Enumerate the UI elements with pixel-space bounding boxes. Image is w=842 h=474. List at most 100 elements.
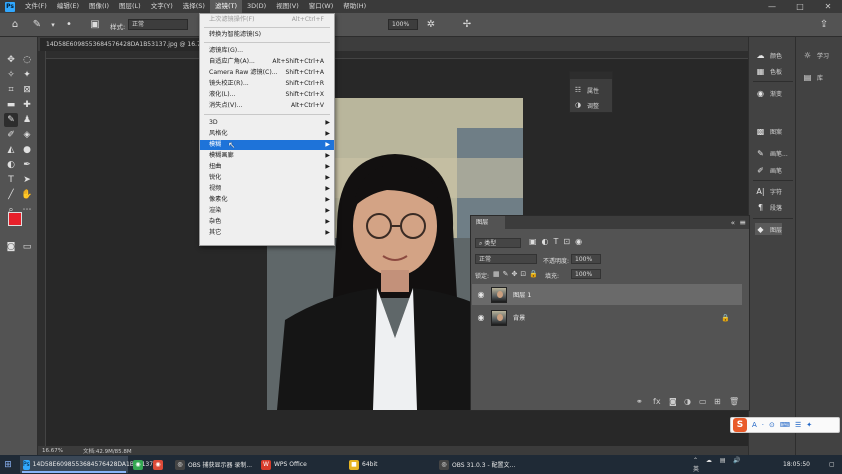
close-button[interactable]: ✕ [814, 0, 842, 13]
adjustments-tab[interactable]: ◑ 调整 [573, 99, 599, 111]
eye-icon[interactable]: ◉ [474, 290, 488, 299]
fill-field[interactable]: 100% [571, 269, 601, 279]
trash-icon[interactable]: 🗑 [729, 397, 739, 406]
filter-noise[interactable]: 杂色 ▶ [200, 217, 334, 227]
eye-icon[interactable]: ◉ [474, 313, 488, 322]
layer-row-background[interactable]: ◉ 背景 🔒 [472, 307, 742, 328]
lasso-tool-icon[interactable]: ◌ [20, 53, 34, 67]
filter-blur[interactable]: 模糊 ▶ [200, 140, 334, 150]
dock-libraries[interactable]: ▤ 库 [802, 71, 823, 83]
zoom-level[interactable]: 16.67% [42, 448, 63, 454]
dock-brushes[interactable]: ✐ 画笔 [755, 164, 782, 176]
taskbar-obs-capture[interactable]: ◎ OBS 捕获显示器 录制... [172, 456, 254, 473]
dock-gradients[interactable]: ◉ 渐变 [755, 87, 782, 99]
ime-punct-button[interactable]: · [762, 421, 764, 429]
minimize-button[interactable]: — [758, 0, 786, 13]
stamp-tool-icon[interactable]: ♟ [20, 113, 34, 127]
menu-3d[interactable]: 3D(D) [242, 0, 271, 13]
menu-window[interactable]: 窗口(W) [304, 0, 339, 13]
taskbar-photoshop[interactable]: Ps 14D58E6098553684576428DA1B53137... [20, 456, 159, 473]
ime-menu-button[interactable]: ☰ [795, 421, 801, 429]
quick-mask-icon[interactable]: ◙ [4, 240, 18, 254]
share-icon[interactable]: ⇪ [817, 18, 831, 32]
layer-name[interactable]: 图层 1 [513, 290, 531, 299]
dock-paragraph[interactable]: ¶ 段落 [755, 201, 782, 213]
move-tool-icon[interactable]: ✥ [4, 53, 18, 67]
dodge-tool-icon[interactable]: ◐ [4, 158, 18, 172]
adjustment-layer-icon[interactable]: ◑ [684, 397, 691, 406]
menu-select[interactable]: 选择(S) [178, 0, 210, 13]
layer-filter-icons[interactable]: ▣◐T⊡◉ [529, 237, 587, 246]
panel-header[interactable] [570, 72, 612, 79]
filter-blur-gallery[interactable]: 模糊画廊 ▶ [200, 151, 334, 161]
taskbar-chrome[interactable]: ◉ [150, 456, 168, 473]
menu-edit[interactable]: 编辑(E) [52, 0, 84, 13]
eraser-icon[interactable]: ◈ [20, 128, 34, 142]
ime-emoji-button[interactable]: ⊙ [769, 421, 775, 429]
ime-skin-button[interactable]: ✦ [806, 421, 812, 429]
history-brush-icon[interactable]: ✐ [4, 128, 18, 142]
opacity-field[interactable]: 100% [571, 254, 601, 264]
dock-brush-settings[interactable]: ✎ 画笔... [755, 147, 788, 159]
gear-icon[interactable]: ✲ [424, 18, 438, 32]
chevron-down-icon[interactable]: ▾ [46, 18, 60, 32]
taskbar-wechat[interactable]: ◉ [130, 456, 148, 473]
filter-liquify[interactable]: 液化(L)... Shift+Ctrl+X [200, 90, 334, 100]
ime-lang-button[interactable]: A [752, 421, 757, 429]
quick-select-icon[interactable]: ✦ [20, 68, 34, 82]
eyedropper-icon[interactable]: ▬ [4, 98, 18, 112]
hand-tool-icon[interactable]: ✋ [20, 188, 34, 202]
lock-icon[interactable]: 🔒 [721, 314, 730, 322]
menu-type[interactable]: 文字(Y) [146, 0, 178, 13]
dock-character[interactable]: A| 字符 [755, 185, 782, 197]
blend-mode-select[interactable]: 正常 [475, 254, 537, 264]
dock-color[interactable]: ☁ 颜色 [755, 49, 783, 61]
add-mask-icon[interactable]: ◙ [669, 397, 677, 406]
notification-icon[interactable]: ▢ [826, 456, 840, 473]
frame-tool-icon[interactable]: ⊠ [20, 83, 34, 97]
menu-view[interactable]: 视图(V) [271, 0, 304, 13]
filter-video[interactable]: 视频 ▶ [200, 184, 334, 194]
menu-filter[interactable]: 滤镜(T) [209, 0, 242, 13]
link-layers-icon[interactable]: ⚭ [636, 397, 643, 406]
filter-vanishing-point[interactable]: 消失点(V)... Alt+Ctrl+V [200, 101, 334, 111]
filter-other[interactable]: 其它 ▶ [200, 228, 334, 238]
filter-convert-smart[interactable]: 转换为智能滤镜(S) [200, 30, 334, 40]
menu-image[interactable]: 图像(I) [84, 0, 114, 13]
spot-heal-icon[interactable]: ✚ [20, 98, 34, 112]
dock-layers[interactable]: ◆ 图层 [755, 223, 783, 235]
fx-icon[interactable]: fx [653, 397, 661, 406]
line-tool-icon[interactable]: ╱ [4, 188, 18, 202]
filter-pixelate[interactable]: 像素化 ▶ [200, 195, 334, 205]
new-layer-icon[interactable]: ⊞ [714, 397, 721, 406]
system-tray[interactable]: ⌃ ☁ ▤ 🔊 英 [690, 456, 750, 473]
brush-tool-icon[interactable]: ✎ [30, 18, 44, 32]
start-button[interactable]: ⊞ [0, 456, 18, 473]
menu-file[interactable]: 文件(F) [20, 0, 52, 13]
lock-icons[interactable]: ▦✎✥⊡🔒 [493, 270, 541, 278]
filter-gallery[interactable]: 滤镜库(G)... [200, 46, 334, 56]
taskbar-wps[interactable]: W WPS Office [258, 456, 338, 473]
dock-swatches[interactable]: ▦ 色板 [755, 65, 782, 77]
blur-tool-icon[interactable]: ● [20, 143, 34, 157]
brush-tool-icon-selected[interactable]: ✎ [4, 113, 18, 127]
filter-camera-raw[interactable]: Camera Raw 滤镜(C)... Shift+Ctrl+A [200, 68, 334, 78]
tab-layers[interactable]: 图层 [471, 216, 505, 229]
taskbar-obs-config[interactable]: ◎ OBS 31.0.3 - 配置文... [436, 456, 520, 473]
brush-preset-icon[interactable]: • [62, 18, 76, 32]
filter-adaptive-wide[interactable]: 自适应广角(A)... Alt+Shift+Ctrl+A [200, 57, 334, 67]
pen-tool-icon[interactable]: ✒ [20, 158, 34, 172]
filter-distort[interactable]: 扭曲 ▶ [200, 162, 334, 172]
filter-3d[interactable]: 3D ▶ [200, 118, 334, 128]
properties-tab[interactable]: ☷ 属性 [573, 84, 599, 96]
panel-menu-icon[interactable]: ≡ [739, 218, 746, 227]
filter-stylize[interactable]: 风格化 ▶ [200, 129, 334, 139]
group-icon[interactable]: ▭ [699, 397, 707, 406]
collapse-icon[interactable]: « [731, 219, 735, 227]
brush-settings-icon[interactable]: ▣ [88, 18, 102, 32]
clock[interactable]: 18:05:50 [780, 456, 820, 473]
layer-row-layer1[interactable]: ◉ 图层 1 [472, 284, 742, 305]
dock-patterns[interactable]: ▩ 图案 [755, 125, 782, 137]
menu-help[interactable]: 帮助(H) [338, 0, 371, 13]
filter-kind-select[interactable]: ⌕ 类型 [475, 238, 521, 248]
